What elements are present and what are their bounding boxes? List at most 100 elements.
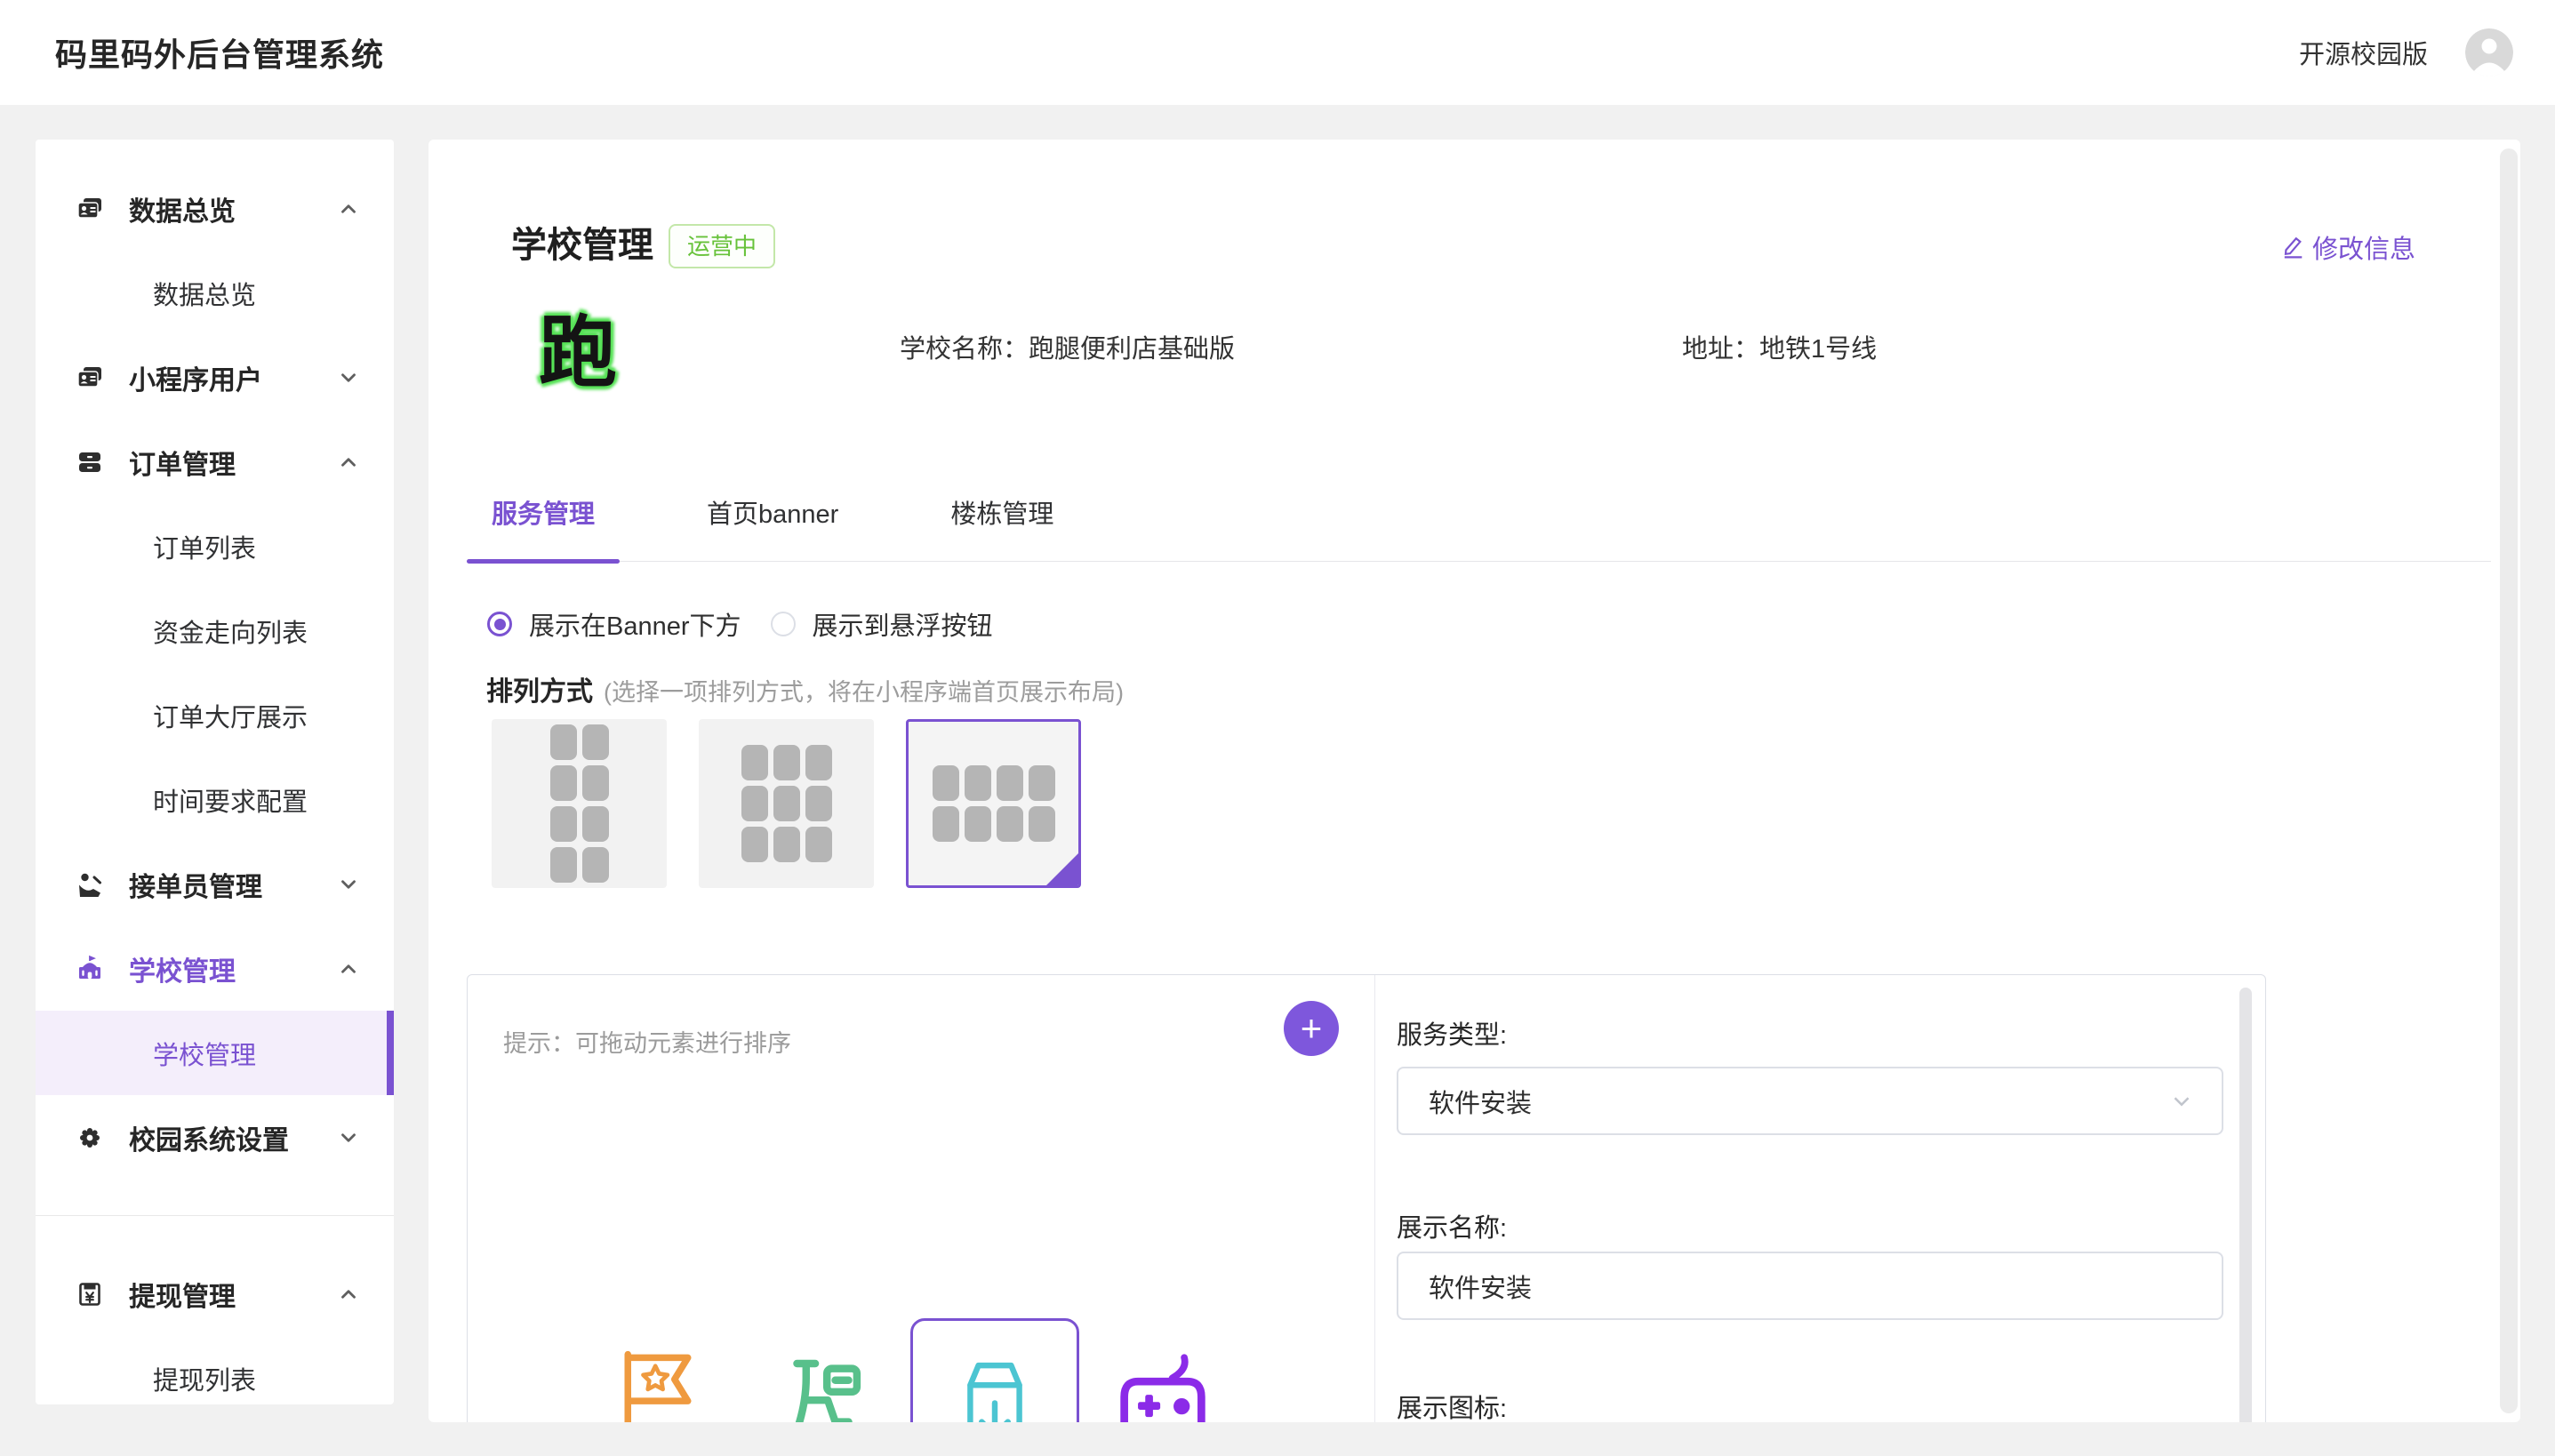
- chevron-up-icon: [337, 451, 360, 474]
- radio-banner-below[interactable]: 展示在Banner下方: [487, 605, 741, 643]
- display-name-input[interactable]: [1397, 1252, 2223, 1320]
- campus-settings-icon: [76, 1124, 103, 1151]
- sidebar-child-item[interactable]: 数据总览: [36, 251, 394, 335]
- sidebar-group-item[interactable]: 提现管理: [36, 1252, 394, 1336]
- school-management-icon: [76, 956, 103, 982]
- radio-floating-button[interactable]: 展示到悬浮按钮: [771, 605, 993, 643]
- sidebar-group-item[interactable]: 小程序用户: [36, 335, 394, 420]
- grid-square: [582, 806, 609, 842]
- edition-label: 开源校园版: [2299, 34, 2428, 71]
- radio-unchecked-icon[interactable]: [771, 612, 796, 636]
- grid-square: [741, 827, 768, 862]
- layout-option-2x4[interactable]: [492, 719, 667, 888]
- sidebar-group-item[interactable]: 校园系统设置: [36, 1095, 394, 1180]
- sidebar-child-item[interactable]: 资金走向列表: [36, 588, 394, 673]
- sidebar-divider: [36, 1215, 394, 1216]
- add-service-button[interactable]: +: [1284, 1001, 1339, 1056]
- miniprogram-user-icon: [76, 364, 103, 391]
- tab-item[interactable]: 楼栋管理: [925, 468, 1078, 562]
- app-title: 码里码外后台管理系统: [55, 29, 384, 76]
- courier-management-icon: [76, 871, 103, 898]
- form-scrollbar[interactable]: [2239, 988, 2252, 1422]
- app-header: 码里码外后台管理系统 开源校园版: [0, 0, 2555, 105]
- sidebar-group-label: 提现管理: [129, 1275, 236, 1314]
- grid-square: [1029, 806, 1055, 842]
- grid-square: [550, 847, 577, 883]
- sidebar-group-label: 学校管理: [129, 949, 236, 988]
- layout-option-3x3[interactable]: [699, 719, 874, 888]
- scooter-service-icon: [777, 1349, 869, 1422]
- grid-square: [933, 765, 959, 801]
- grid-square: [773, 827, 800, 862]
- sidebar-group-item[interactable]: 接单员管理: [36, 842, 394, 926]
- sidebar-child-item[interactable]: 订单大厅展示: [36, 673, 394, 757]
- page-title: 学校管理: [511, 216, 653, 268]
- grid-square: [582, 765, 609, 801]
- service-item[interactable]: [1116, 1349, 1210, 1422]
- grid-square: [582, 847, 609, 883]
- sidebar-child-item[interactable]: 提现列表: [36, 1336, 394, 1404]
- selected-service-box[interactable]: [910, 1318, 1079, 1422]
- service-sort-panel: 提示：可拖动元素进行排序 + 服务类型: 软件安装 展示名称: 展示图标:: [467, 974, 2266, 1422]
- sidebar-child-item[interactable]: 时间要求配置: [36, 757, 394, 842]
- chevron-up-icon: [337, 197, 360, 220]
- drag-sort-area: 提示：可拖动元素进行排序 +: [468, 975, 1375, 1422]
- grid-square: [965, 765, 991, 801]
- game-service-icon: [1116, 1349, 1210, 1422]
- grid-square: [550, 765, 577, 801]
- sidebar-group-label: 校园系统设置: [129, 1118, 289, 1157]
- grid-square: [741, 786, 768, 821]
- grid-square: [1029, 765, 1055, 801]
- radio-checked-icon[interactable]: [487, 612, 512, 636]
- tab-item[interactable]: 服务管理: [467, 468, 620, 562]
- sidebar-group-item[interactable]: 学校管理: [36, 926, 394, 1011]
- chevron-down-icon: [2168, 1088, 2195, 1115]
- order-management-icon: [76, 449, 103, 476]
- grid-square: [550, 724, 577, 760]
- user-avatar[interactable]: [2465, 28, 2513, 76]
- display-name-label: 展示名称:: [1397, 1207, 1507, 1244]
- display-icon-label: 展示图标:: [1397, 1388, 1507, 1422]
- layout-options: [492, 719, 1081, 888]
- content-scrollbar[interactable]: [2500, 148, 2518, 1413]
- display-position-radios: 展示在Banner下方 展示到悬浮按钮: [487, 605, 993, 643]
- sidebar-group-label: 订单管理: [129, 443, 236, 482]
- grid-square: [805, 827, 832, 862]
- drag-tip: 提示：可拖动元素进行排序: [503, 1024, 791, 1059]
- chevron-down-icon: [337, 873, 360, 896]
- software-install-service-icon: [954, 1353, 1036, 1422]
- tab-bar: 服务管理首页banner 楼栋管理: [467, 468, 2491, 562]
- tab-item[interactable]: 首页banner: [682, 468, 863, 562]
- sidebar-child-item[interactable]: 学校管理: [36, 1011, 394, 1095]
- grid-square: [805, 786, 832, 821]
- chevron-down-icon: [337, 366, 360, 389]
- grid-square: [741, 745, 768, 780]
- grid-square: [773, 745, 800, 780]
- school-logo: 跑: [529, 301, 627, 390]
- grid-square: [805, 745, 832, 780]
- grid-square: [550, 806, 577, 842]
- grid-square: [997, 806, 1023, 842]
- content-card: 学校管理 运营中 修改信息 跑 学校名称：跑腿便利店基础版 地址：地铁1号线 服…: [429, 140, 2520, 1422]
- service-item[interactable]: [777, 1349, 869, 1422]
- sidebar-group-item[interactable]: 数据总览: [36, 166, 394, 251]
- grid-square: [965, 806, 991, 842]
- sidebar-child-item[interactable]: 订单列表: [36, 504, 394, 588]
- sidebar-group-label: 小程序用户: [129, 358, 262, 397]
- data-overview-icon: [76, 196, 103, 222]
- service-type-select[interactable]: 软件安装: [1397, 1067, 2223, 1135]
- sidebar-group-item[interactable]: 订单管理: [36, 420, 394, 504]
- status-badge: 运营中: [669, 224, 775, 268]
- grid-square: [933, 806, 959, 842]
- service-item[interactable]: [616, 1349, 700, 1422]
- layout-option-4x2[interactable]: [906, 719, 1081, 888]
- edit-info-link[interactable]: 修改信息: [2281, 228, 2415, 266]
- service-type-label: 服务类型:: [1397, 1014, 1507, 1052]
- chevron-down-icon: [337, 1126, 360, 1149]
- sidebar-group-label: 数据总览: [129, 189, 236, 228]
- grid-square: [997, 765, 1023, 801]
- arrangement-header: 排列方式 (选择一项排列方式，将在小程序端首页展示布局): [486, 669, 1124, 708]
- chevron-up-icon: [337, 957, 360, 980]
- edit-pencil-icon: [2281, 236, 2304, 259]
- school-name-field: 学校名称：跑腿便利店基础版: [900, 328, 1235, 365]
